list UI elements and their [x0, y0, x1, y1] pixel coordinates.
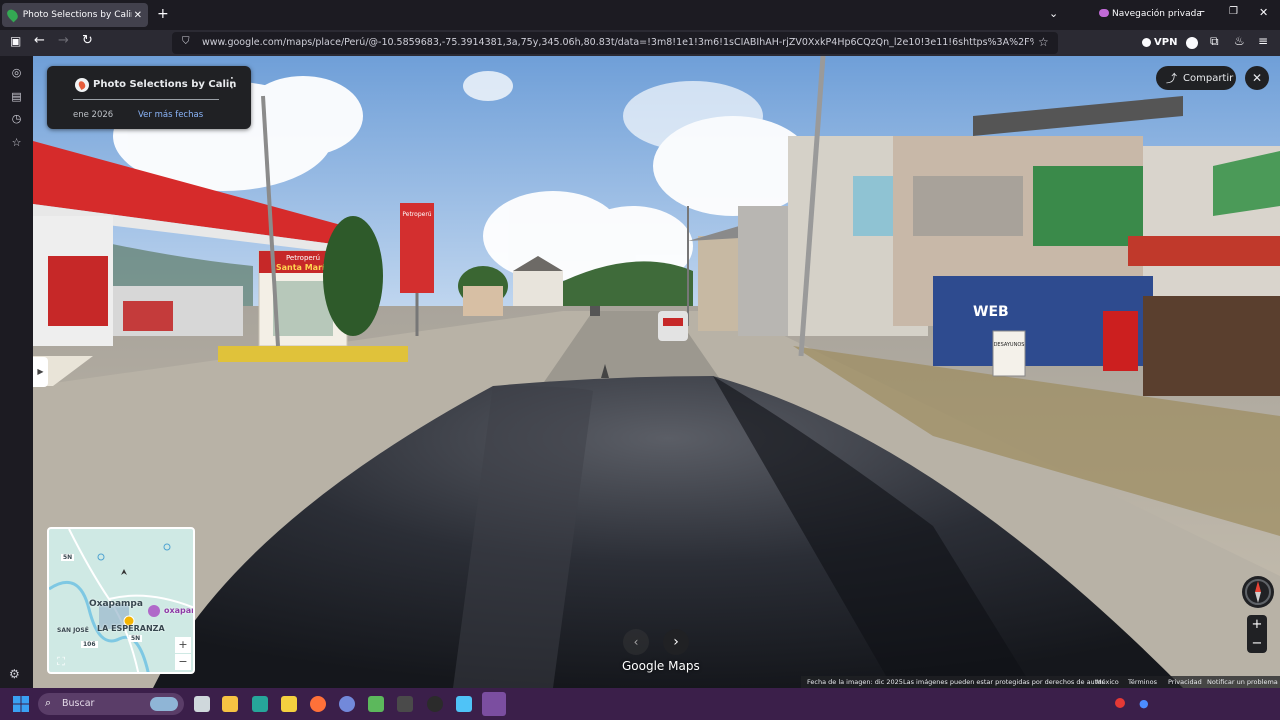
zoom-control: + − [1247, 615, 1267, 653]
minimap-zoom-out-button[interactable]: − [175, 654, 191, 670]
taskbar-search-placeholder: Buscar [62, 698, 95, 709]
bookmarks-icon[interactable]: ☆ [10, 136, 23, 149]
prev-arrow-button[interactable]: ‹ [623, 629, 649, 655]
report-problem-link[interactable]: Notificar un problema [1207, 678, 1278, 686]
close-street-view-button[interactable]: ✕ [1245, 66, 1269, 90]
tall-sign-text: Petroperú [402, 211, 431, 218]
more-dates-link[interactable]: Ver más fechas [138, 110, 203, 120]
zoom-out-button[interactable]: − [1247, 634, 1267, 653]
private-browsing-icon [1099, 9, 1109, 17]
site-info-icon[interactable]: ⛉ [182, 36, 190, 47]
copyright-notice: Las imágenes pueden estar protegidas por… [903, 678, 1106, 686]
billboard-brand: Petroperú [286, 254, 320, 262]
history-icon[interactable]: ◷ [10, 112, 23, 125]
app-teal-icon[interactable] [252, 696, 268, 712]
account-icon[interactable] [1186, 37, 1198, 49]
app-yellow-icon[interactable] [281, 696, 297, 712]
taskbar-search[interactable]: ⌕ Buscar [38, 693, 184, 715]
tab-title: Photo Selections by Calin - Goo [22, 10, 132, 20]
url-bar[interactable]: ⛉ www.google.com/maps/place/Perú/@-10.58… [172, 32, 1058, 54]
tray-notification-icon[interactable] [1115, 698, 1125, 708]
vpn-button[interactable]: VPN [1154, 37, 1177, 48]
attribution-footer: Fecha de la imagen: dic 2025 Las imágene… [801, 676, 1280, 688]
tab-close-icon[interactable]: ✕ [134, 10, 142, 21]
app-menu-icon[interactable]: ≡ [1258, 34, 1268, 48]
card-divider [73, 99, 219, 100]
window-close-icon[interactable]: ✕ [1259, 6, 1268, 19]
next-arrow-button[interactable]: › [663, 629, 689, 655]
extensions-icon[interactable]: ⧉ [1210, 34, 1219, 49]
search-highlight-icon [150, 697, 178, 711]
contributor-name[interactable]: Photo Selections by Calin [93, 79, 236, 90]
route-5n-badge: 5N [61, 554, 75, 561]
expand-side-panel-button[interactable]: ▶ [33, 357, 48, 387]
maximize-icon[interactable]: ❐ [1229, 6, 1238, 17]
share-icon: ⤴ [1166, 72, 1177, 85]
google-maps-watermark: Google Maps [622, 659, 700, 673]
minimap-district-label: LA ESPERANZA [97, 624, 165, 633]
minimize-icon[interactable]: – [1199, 4, 1205, 18]
minimap-town-label: Oxapampa [89, 599, 143, 609]
minimap[interactable]: Oxapampa LA ESPERANZA oxapar SAN JOSÉ 5N… [47, 527, 195, 674]
back-icon[interactable]: ← [34, 33, 45, 48]
browser-toolbar: ▣ ← → ↻ ⛉ www.google.com/maps/place/Perú… [0, 30, 1280, 56]
compass-button[interactable] [1242, 576, 1274, 608]
compass-needle-icon [1245, 579, 1271, 605]
discord-icon[interactable] [339, 696, 355, 712]
browser-tab-bar: Photo Selections by Calin - Goo ✕ + ⌄ Na… [0, 0, 1280, 30]
tab-list-chevron-icon[interactable]: ⌄ [1049, 7, 1058, 20]
notepad-icon[interactable] [456, 696, 472, 712]
route-5n-b-badge: 5N [129, 635, 143, 642]
search-icon: ⌕ [45, 696, 52, 709]
windows-start-icon[interactable] [13, 696, 29, 712]
bookmark-star-icon[interactable]: ☆ [1038, 35, 1049, 49]
tray-mic-icon[interactable]: ● [1139, 697, 1149, 710]
sidebar-settings-gear-icon[interactable]: ⚙ [9, 667, 20, 681]
minecraft-icon[interactable] [368, 696, 384, 712]
task-view-icon[interactable] [194, 696, 210, 712]
share-label: Compartir [1183, 72, 1234, 84]
street-view-panorama[interactable]: Petroperú Santa María Petroperú WEB DESA… [33, 56, 1280, 688]
file-explorer-icon[interactable] [222, 696, 238, 712]
roadside-sign-text: DESAYUNOS [994, 342, 1025, 348]
share-button[interactable]: ⤴ Compartir [1156, 66, 1236, 90]
country-link[interactable]: México [1096, 678, 1119, 686]
firefox-icon[interactable] [310, 696, 326, 712]
app-dark-icon[interactable] [427, 696, 443, 712]
terms-link[interactable]: Términos [1128, 678, 1157, 686]
minimap-fullscreen-icon[interactable]: ⛶ [53, 655, 69, 671]
private-browsing-label: Navegación privada [1112, 9, 1202, 19]
windows-taskbar: ⌕ Buscar ● [0, 688, 1280, 720]
zoom-in-button[interactable]: + [1247, 615, 1267, 634]
app-gray-icon[interactable] [397, 696, 413, 712]
active-tab[interactable]: Photo Selections by Calin - Goo ✕ [2, 3, 148, 27]
route-106-badge: 106 [81, 641, 98, 648]
url-text[interactable]: www.google.com/maps/place/Perú/@-10.5859… [202, 37, 1034, 48]
street-scene-illustration: Petroperú Santa María Petroperú WEB DESA… [33, 56, 1280, 688]
privacy-link[interactable]: Privacidad [1168, 678, 1202, 686]
private-browser-taskbar-icon[interactable] [482, 692, 506, 716]
synced-tabs-icon[interactable]: ▤ [10, 90, 23, 103]
maps-favicon-icon [5, 7, 20, 23]
contributor-avatar[interactable] [75, 78, 89, 92]
browser-sidebar: ◎ ▤ ◷ ☆ [0, 56, 33, 688]
capture-date: ene 2026 [73, 110, 114, 120]
reload-icon[interactable]: ↻ [82, 33, 93, 48]
billboard-title: Santa María [276, 263, 330, 272]
ai-chat-icon[interactable]: ◎ [10, 66, 23, 79]
new-tab-icon[interactable]: + [157, 6, 169, 22]
photo-info-card: Photo Selections by Calin ⋮ ene 2026 Ver… [47, 66, 251, 129]
minimap-zoom-in-button[interactable]: + [175, 637, 191, 653]
minimap-poi-label: oxapar [164, 606, 195, 615]
addon-flame-icon[interactable]: ♨ [1234, 34, 1245, 48]
minimap-side-label: SAN JOSÉ [57, 627, 89, 634]
forward-icon[interactable]: → [58, 33, 69, 48]
more-options-icon[interactable]: ⋮ [225, 75, 239, 91]
sidebar-toggle-icon[interactable]: ▣ [10, 34, 21, 48]
shop-banner-text: WEB [973, 304, 1009, 320]
vpn-shield-icon [1142, 38, 1151, 47]
image-date-label: Fecha de la imagen: dic 2025 [807, 678, 903, 686]
